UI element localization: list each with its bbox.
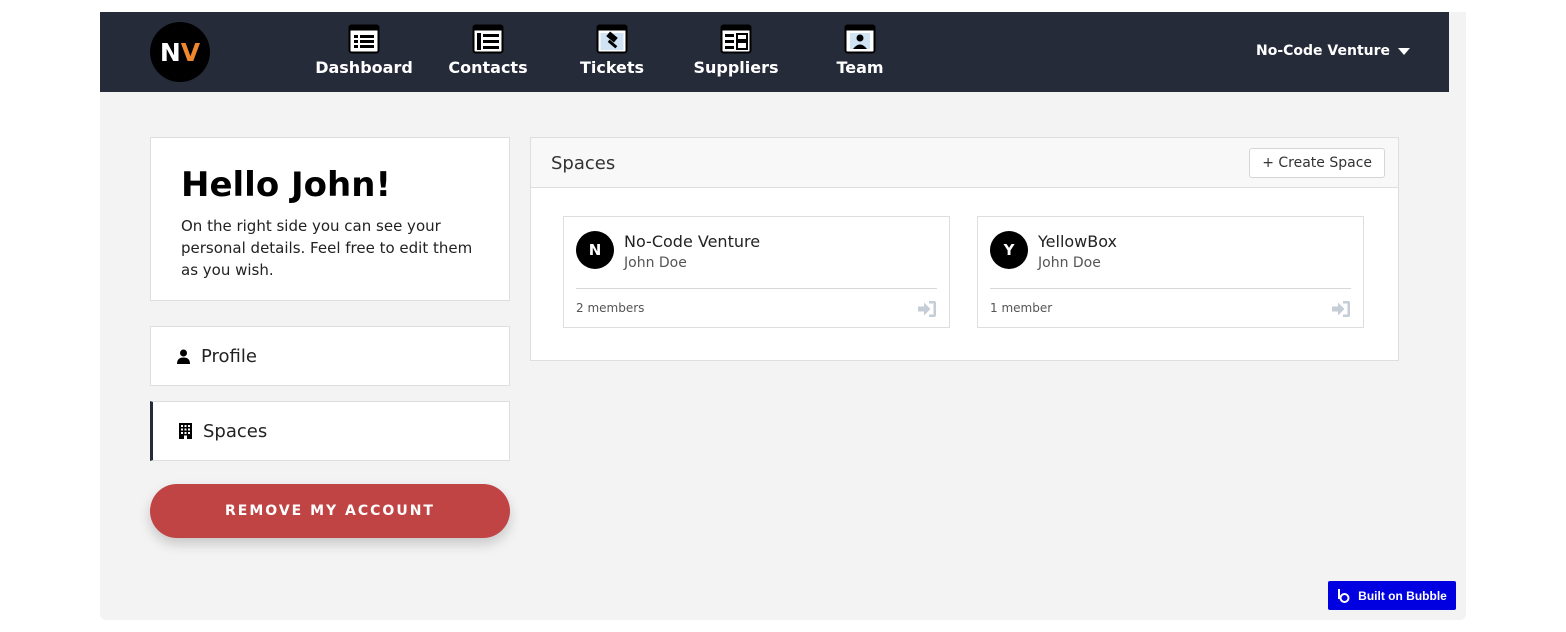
spaces-panel-title: Spaces (551, 153, 616, 174)
create-space-button[interactable]: + Create Space (1249, 148, 1385, 178)
space-name: No-Code Venture (624, 232, 761, 251)
welcome-text: On the right side you can see your perso… (181, 217, 473, 279)
account-name: No-Code Venture (1256, 43, 1391, 59)
spaces-panel-header: Spaces + Create Space (531, 138, 1398, 188)
space-member-count: 1 member (990, 301, 1053, 315)
contacts-list-icon (472, 24, 504, 54)
logo-letter-v: V (180, 37, 201, 67)
building-icon (178, 423, 192, 439)
nav-contacts[interactable]: Contacts (438, 24, 538, 84)
space-owner: John Doe (624, 255, 687, 271)
space-name: YellowBox (1038, 232, 1117, 251)
spaces-panel: Spaces + Create Space N No-Code Venture … (530, 137, 1399, 361)
ticket-hammer-icon (596, 24, 628, 54)
nav-dashboard[interactable]: Dashboard (314, 24, 414, 84)
space-avatar: Y (990, 231, 1028, 269)
account-menu[interactable]: No-Code Venture (1256, 43, 1411, 59)
side-menu-spaces-label: Spaces (203, 420, 268, 442)
remove-account-button[interactable]: REMOVE MY ACCOUNT (150, 484, 510, 538)
space-member-count: 2 members (576, 301, 645, 315)
space-avatar: N (576, 231, 614, 269)
user-icon (176, 348, 190, 364)
suppliers-grid-icon (720, 24, 752, 54)
list-icon (348, 24, 380, 54)
space-card[interactable]: Y YellowBox John Doe 1 member (977, 216, 1364, 328)
nav-contacts-label: Contacts (448, 58, 528, 77)
enter-space-icon[interactable] (917, 300, 937, 318)
logo[interactable]: NV (150, 22, 210, 82)
id-badge-icon (844, 24, 876, 54)
divider (576, 288, 937, 289)
logo-letter-n: N (159, 37, 181, 67)
space-card[interactable]: N No-Code Venture John Doe 2 members (563, 216, 950, 328)
built-on-bubble-badge[interactable]: Built on Bubble (1328, 581, 1456, 610)
nav-suppliers-label: Suppliers (693, 58, 779, 77)
welcome-card: Hello John! On the right side you can se… (150, 137, 510, 301)
built-on-bubble-label: Built on Bubble (1358, 588, 1447, 603)
divider (990, 288, 1351, 289)
top-navigation-bar: NV Dashboard Contacts Tickets Suppliers … (100, 12, 1449, 92)
bubble-logo-icon (1338, 588, 1350, 603)
nav-team-label: Team (836, 58, 884, 77)
side-menu-profile[interactable]: Profile (150, 326, 510, 386)
side-menu-spaces[interactable]: Spaces (150, 401, 510, 461)
nav-tickets[interactable]: Tickets (562, 24, 662, 84)
caret-down-icon (1398, 47, 1411, 55)
nav-team[interactable]: Team (810, 24, 910, 84)
enter-space-icon[interactable] (1331, 300, 1351, 318)
side-menu-profile-label: Profile (201, 345, 257, 367)
app-container: NV Dashboard Contacts Tickets Suppliers … (100, 12, 1466, 620)
nav-tickets-label: Tickets (579, 58, 645, 77)
space-owner: John Doe (1038, 255, 1101, 271)
nav-suppliers[interactable]: Suppliers (686, 24, 786, 84)
nav-dashboard-label: Dashboard (315, 58, 413, 77)
welcome-title: Hello John! (181, 165, 391, 205)
